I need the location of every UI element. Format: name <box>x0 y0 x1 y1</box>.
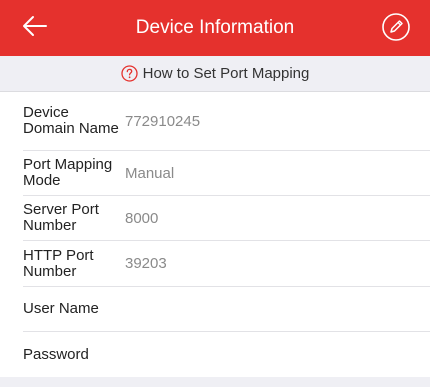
edit-button[interactable] <box>380 12 412 47</box>
device-info-list: Device Domain Name 772910245 Port Mappin… <box>0 92 430 377</box>
field-value: 772910245 <box>125 112 201 130</box>
field-label: Device Domain Name <box>23 104 119 137</box>
device-information-screen: Device Information How to Set Port Mappi… <box>0 0 430 387</box>
field-value: 39203 <box>125 255 167 272</box>
field-label: Password <box>23 345 89 363</box>
field-label: Port Mapping Mode <box>23 156 113 189</box>
question-circle-icon <box>120 65 138 82</box>
bottom-background <box>0 377 430 387</box>
arrow-left-icon <box>22 15 48 42</box>
field-row-port-mapping-mode[interactable]: Port Mapping Mode Manual <box>0 151 430 195</box>
pencil-circle-icon <box>381 12 411 47</box>
field-row-user-name[interactable]: User Name <box>0 287 430 331</box>
field-row-password[interactable]: Password <box>0 332 430 377</box>
field-row-http-port-number[interactable]: HTTP Port Number 39203 <box>0 241 430 286</box>
field-value: 8000 <box>125 209 159 227</box>
field-label: User Name <box>23 300 99 317</box>
field-row-server-port-number[interactable]: Server Port Number 8000 <box>0 196 430 240</box>
port-mapping-help-link[interactable]: How to Set Port Mapping <box>0 56 430 92</box>
field-row-device-domain-name[interactable]: Device Domain Name 772910245 <box>0 92 430 150</box>
field-label: Server Port Number <box>23 201 99 234</box>
page-title: Device Information <box>135 17 295 38</box>
help-link-text: How to Set Port Mapping <box>142 65 310 82</box>
field-label: HTTP Port Number <box>23 246 94 280</box>
back-button[interactable] <box>18 13 52 43</box>
field-value: Manual <box>125 164 175 182</box>
header-bar: Device Information <box>0 0 430 56</box>
